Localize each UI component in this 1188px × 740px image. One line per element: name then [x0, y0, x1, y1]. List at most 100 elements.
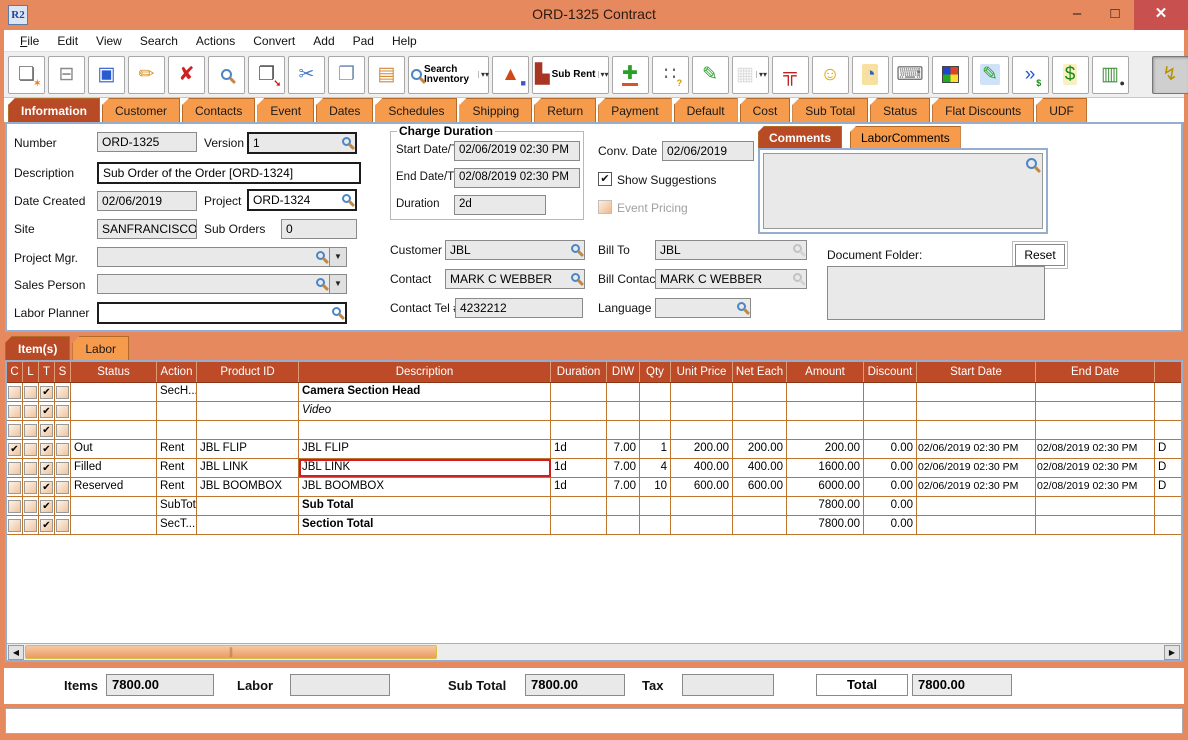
cell-action[interactable]: SecH...: [157, 383, 197, 401]
tab-information[interactable]: Information: [8, 98, 100, 122]
cell-diw[interactable]: 7.00: [607, 459, 640, 477]
col-header-qty[interactable]: Qty: [640, 362, 671, 382]
cell-action[interactable]: Rent: [157, 478, 197, 496]
cell-description[interactable]: JBL BOOMBOX: [299, 478, 551, 496]
cell-duration[interactable]: [551, 421, 607, 439]
cell-qty[interactable]: [640, 402, 671, 420]
l-checkbox[interactable]: [24, 462, 37, 475]
menu-actions[interactable]: Actions: [188, 32, 243, 50]
table-row[interactable]: FilledRentJBL LINKJBL LINK1d7.004400.004…: [7, 459, 1181, 478]
duration-field[interactable]: 2d: [454, 195, 546, 215]
tab-return[interactable]: Return: [534, 98, 596, 122]
cell-start-date[interactable]: [917, 402, 1036, 420]
cell-net-each[interactable]: [733, 383, 787, 401]
cell-start-date[interactable]: 02/06/2019 02:30 PM: [917, 459, 1036, 477]
s-checkbox[interactable]: [56, 386, 69, 399]
cell-qty[interactable]: [640, 421, 671, 439]
cell-action[interactable]: Rent: [157, 459, 197, 477]
cell-discount[interactable]: 0.00: [864, 440, 917, 458]
cell-discount[interactable]: [864, 383, 917, 401]
cell-net-each[interactable]: [733, 421, 787, 439]
cell-duration[interactable]: [551, 497, 607, 515]
labor-planner-search-icon[interactable]: [332, 307, 341, 316]
cell-amount[interactable]: 7800.00: [787, 516, 864, 534]
paste-button[interactable]: ▤: [368, 56, 405, 94]
cell-description[interactable]: JBL FLIP: [299, 440, 551, 458]
contact-field[interactable]: MARK C WEBBER: [445, 269, 585, 289]
tab-event[interactable]: Event: [257, 98, 314, 122]
shapes-3d-button[interactable]: ▲■: [492, 56, 529, 94]
shipping-truck-button[interactable]: ▥●: [1092, 56, 1129, 94]
cell-end-date[interactable]: 02/08/2019 02:30 PM: [1036, 440, 1155, 458]
table-row[interactable]: ReservedRentJBL BOOMBOXJBL BOOMBOX1d7.00…: [7, 478, 1181, 497]
cell-extra[interactable]: [1155, 421, 1183, 439]
cell-amount[interactable]: 6000.00: [787, 478, 864, 496]
cell-net-each[interactable]: 600.00: [733, 478, 787, 496]
cell-net-each[interactable]: [733, 402, 787, 420]
scroll-right-button[interactable]: ▶: [1164, 645, 1180, 660]
keyboard-button[interactable]: ⌨: [892, 56, 929, 94]
title-bar[interactable]: R2 ORD-1325 Contract – □ ✕: [0, 0, 1188, 30]
l-checkbox[interactable]: [24, 424, 37, 437]
cell-extra[interactable]: D: [1155, 459, 1183, 477]
menu-pad[interactable]: Pad: [345, 32, 382, 50]
s-checkbox[interactable]: [56, 481, 69, 494]
cell-end-date[interactable]: 02/08/2019 02:30 PM: [1036, 478, 1155, 496]
cell-start-date[interactable]: [917, 516, 1036, 534]
cell-product-id[interactable]: JBL FLIP: [197, 440, 299, 458]
menu-help[interactable]: Help: [384, 32, 425, 50]
tab-labor[interactable]: Labor: [72, 336, 129, 360]
org-chart-button[interactable]: ╦: [772, 56, 809, 94]
cell-qty[interactable]: 10: [640, 478, 671, 496]
version-field[interactable]: 1: [247, 132, 357, 154]
tab-default[interactable]: Default: [674, 98, 738, 122]
table-row[interactable]: [7, 421, 1181, 440]
cell-qty[interactable]: 1: [640, 440, 671, 458]
cell-extra[interactable]: [1155, 516, 1183, 534]
money-transfer-button[interactable]: »$: [1012, 56, 1049, 94]
menu-search[interactable]: Search: [132, 32, 186, 50]
cell-qty[interactable]: [640, 516, 671, 534]
cell-action[interactable]: [157, 421, 197, 439]
c-checkbox[interactable]: [8, 405, 21, 418]
cell-product-id[interactable]: [197, 497, 299, 515]
menu-view[interactable]: View: [88, 32, 130, 50]
c-checkbox[interactable]: [8, 443, 21, 456]
calendar-dropdown-icon[interactable]: ▾▾: [756, 71, 764, 78]
cut-button[interactable]: ✂: [288, 56, 325, 94]
tab-comments[interactable]: Comments: [758, 126, 842, 148]
cell-discount[interactable]: 0.00: [864, 497, 917, 515]
c-checkbox[interactable]: [8, 519, 21, 532]
bill-contact-field[interactable]: MARK C WEBBER: [655, 269, 807, 289]
cell-diw[interactable]: [607, 516, 640, 534]
project-mgr-search-icon[interactable]: [316, 251, 325, 260]
s-checkbox[interactable]: [56, 519, 69, 532]
cell-status[interactable]: Filled: [71, 459, 157, 477]
cell-duration[interactable]: [551, 516, 607, 534]
tab-customer[interactable]: Customer: [102, 98, 180, 122]
cell-diw[interactable]: [607, 497, 640, 515]
cell-duration[interactable]: 1d: [551, 478, 607, 496]
description-field[interactable]: Sub Order of the Order [ORD-1324]: [97, 162, 361, 184]
cell-product-id[interactable]: JBL BOOMBOX: [197, 478, 299, 496]
col-header-product-id[interactable]: Product ID: [197, 362, 299, 382]
menu-add[interactable]: Add: [305, 32, 342, 50]
col-header-start-date[interactable]: Start Date: [917, 362, 1036, 382]
cell-start-date[interactable]: [917, 497, 1036, 515]
s-checkbox[interactable]: [56, 443, 69, 456]
comments-textarea[interactable]: [763, 153, 1043, 229]
project-mgr-field[interactable]: [97, 247, 330, 267]
c-checkbox[interactable]: [8, 386, 21, 399]
col-header-discount[interactable]: Discount: [864, 362, 917, 382]
cell-amount[interactable]: 200.00: [787, 440, 864, 458]
sales-person-dropdown-button[interactable]: ▼: [329, 274, 347, 294]
col-header-action[interactable]: Action: [157, 362, 197, 382]
project-mgr-dropdown-button[interactable]: ▼: [329, 247, 347, 267]
print-button[interactable]: ⊟: [48, 56, 85, 94]
cell-description[interactable]: Camera Section Head: [299, 383, 551, 401]
col-header-end-date[interactable]: End Date: [1036, 362, 1155, 382]
language-search-icon[interactable]: [737, 302, 746, 311]
cell-diw[interactable]: [607, 421, 640, 439]
cell-action[interactable]: Rent: [157, 440, 197, 458]
cell-description[interactable]: Section Total: [299, 516, 551, 534]
